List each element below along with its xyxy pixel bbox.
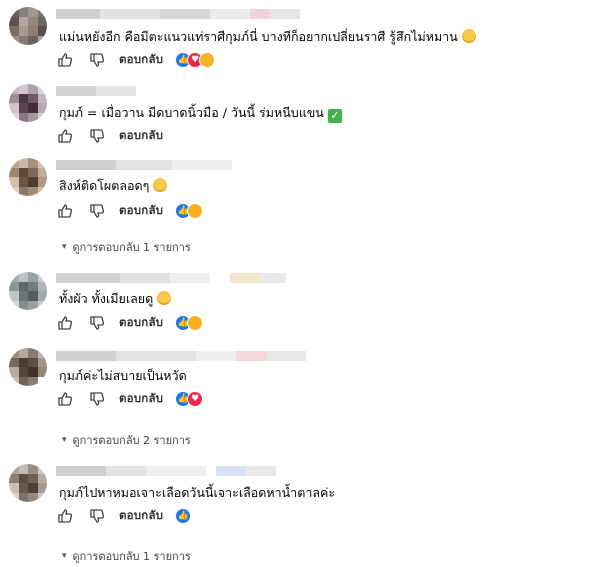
chevron-down-icon: ▾	[62, 551, 67, 561]
reaction-summary[interactable]: 👍 ♥	[175, 391, 204, 407]
check-mark-icon: ✓	[327, 109, 342, 123]
thumbs-down-icon[interactable]	[89, 203, 105, 219]
reaction-summary[interactable]: 👍	[175, 315, 204, 331]
view-replies-link[interactable]: ▾ ดูการตอบกลับ 1 รายการ	[62, 547, 191, 565]
avatar[interactable]	[9, 7, 47, 45]
author-name-blurred[interactable]	[56, 86, 136, 96]
author-name-blurred[interactable]	[56, 160, 232, 170]
reply-button[interactable]: ตอบกลับ	[119, 390, 163, 408]
comment-actions: ตอบกลับ 👍 ♥	[57, 51, 216, 69]
thumbs-down-icon[interactable]	[89, 315, 105, 331]
haha-reaction-icon	[187, 203, 204, 219]
thumbs-down-icon[interactable]	[89, 52, 105, 68]
thumbs-down-icon[interactable]	[89, 508, 105, 524]
comment-text: สิงห์ติดโผตลอดๆ	[59, 177, 168, 195]
thumbs-up-icon[interactable]	[57, 203, 73, 219]
avatar[interactable]	[9, 272, 47, 310]
comment-actions: ตอบกลับ 👍	[57, 507, 192, 525]
author-name-blurred[interactable]	[56, 466, 276, 476]
author-name-blurred[interactable]	[56, 9, 300, 19]
comment-actions: ตอบกลับ	[57, 127, 175, 145]
thumbs-up-icon[interactable]	[57, 391, 73, 407]
author-name-blurred[interactable]	[56, 273, 286, 283]
chevron-down-icon: ▾	[62, 435, 67, 445]
grin-emoji-icon	[153, 178, 168, 192]
grin-emoji-icon	[157, 291, 172, 305]
thumbs-up-icon[interactable]	[57, 52, 73, 68]
author-name-blurred[interactable]	[56, 351, 306, 361]
thumbs-down-icon[interactable]	[89, 128, 105, 144]
view-replies-link[interactable]: ▾ ดูการตอบกลับ 2 รายการ	[62, 431, 191, 449]
comment-text: กุมภ์ = เมื่อวาน มีดบาดนิ้วมือ / วันนี้ …	[59, 104, 342, 123]
chevron-down-icon: ▾	[62, 242, 67, 252]
reaction-summary[interactable]: 👍	[175, 203, 204, 219]
comment-actions: ตอบกลับ 👍	[57, 202, 204, 220]
reply-button[interactable]: ตอบกลับ	[119, 127, 163, 145]
love-reaction-icon: ♥	[187, 391, 204, 407]
eye-roll-emoji-icon	[461, 29, 476, 43]
view-replies-link[interactable]: ▾ ดูการตอบกลับ 1 รายการ	[62, 238, 191, 256]
avatar[interactable]	[9, 158, 47, 196]
reply-button[interactable]: ตอบกลับ	[119, 51, 163, 69]
thumbs-up-icon[interactable]	[57, 315, 73, 331]
comment-text: แม่นหยังอีก คือมีตะแนวแท่ราศีกุมภ์นี่ บา…	[59, 28, 476, 46]
thumbs-down-icon[interactable]	[89, 391, 105, 407]
comment-actions: ตอบกลับ 👍	[57, 314, 204, 332]
reply-button[interactable]: ตอบกลับ	[119, 314, 163, 332]
avatar[interactable]	[9, 84, 47, 122]
haha-reaction-icon	[199, 52, 216, 68]
reply-button[interactable]: ตอบกลับ	[119, 202, 163, 220]
reaction-summary[interactable]: 👍 ♥	[175, 52, 216, 68]
sad-reaction-icon	[187, 315, 204, 331]
reply-button[interactable]: ตอบกลับ	[119, 507, 163, 525]
comment-text: กุมภ์ไปหาหมอเจาะเลือดวันนี้เจาะเลือดหาน้…	[59, 485, 336, 500]
comment-text: ทั้งผัว ทั้งเมียเลยดู	[59, 290, 172, 308]
comment-actions: ตอบกลับ 👍 ♥	[57, 390, 204, 408]
reaction-summary[interactable]: 👍	[175, 508, 192, 524]
comment-text: กุมภ์ค่ะไม่สบายเป็นหวัด	[59, 368, 187, 383]
thumbs-up-icon[interactable]	[57, 508, 73, 524]
thumbs-up-icon[interactable]	[57, 128, 73, 144]
avatar[interactable]	[9, 464, 47, 502]
like-reaction-icon: 👍	[175, 508, 192, 524]
avatar[interactable]	[9, 348, 47, 386]
